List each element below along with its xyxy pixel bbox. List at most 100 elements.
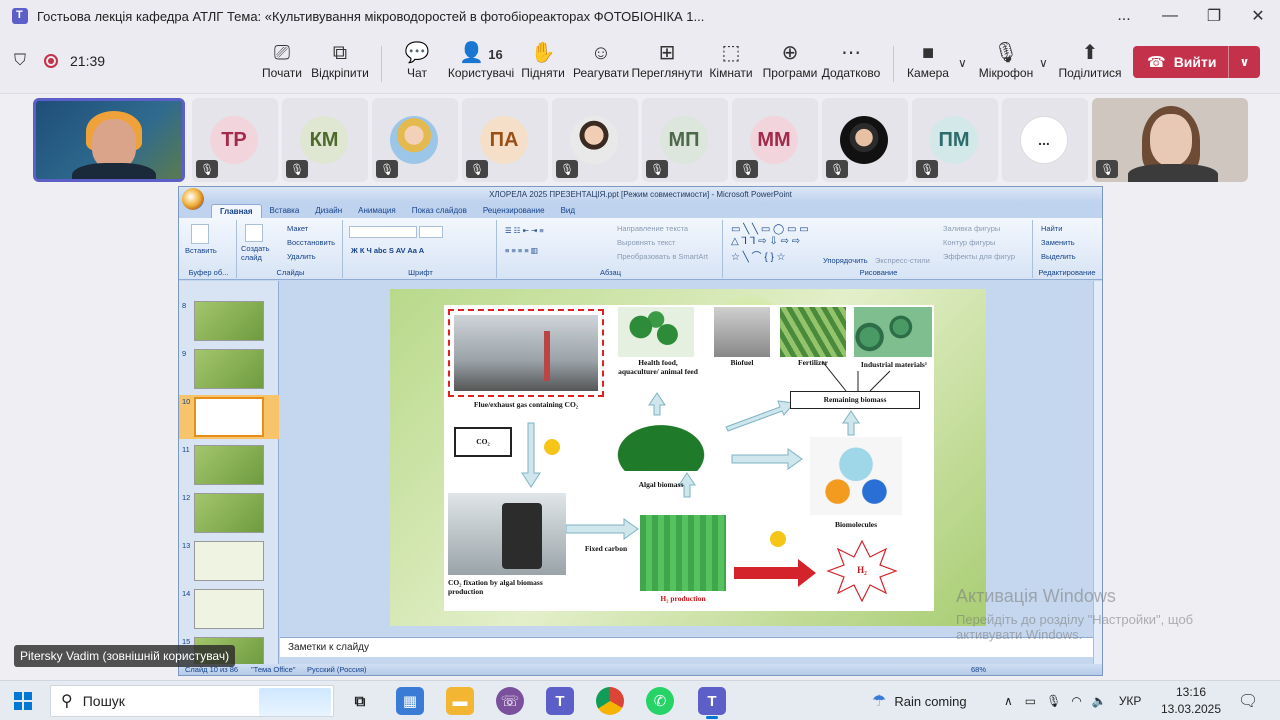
participant-tile-camera[interactable]: 🎙: [1092, 98, 1248, 182]
meeting-timer: 21:39: [70, 53, 106, 69]
rain-icon: ☂: [872, 693, 887, 710]
start-button[interactable]: ⎚ Почати: [262, 40, 302, 90]
close-button[interactable]: ✕: [1236, 0, 1280, 32]
more-participants-avatar: ...: [1020, 116, 1068, 164]
slide-thumbnail[interactable]: 12: [179, 491, 279, 535]
search-icon: ⚲: [61, 693, 73, 710]
raise-hand-button[interactable]: ✋ Підняти: [521, 40, 565, 90]
hang-up-icon: ☎: [1147, 54, 1166, 71]
office-button-icon: [182, 188, 204, 210]
mic-muted-icon: 🎙: [466, 160, 488, 178]
mic-muted-icon: 🎙: [646, 160, 668, 178]
people-icon: 👤 16: [459, 42, 503, 64]
slide-thumbnail[interactable]: 11: [179, 443, 279, 487]
participant-tile[interactable]: 🎙: [372, 98, 458, 182]
mic-muted-icon: 🎙: [993, 42, 1019, 64]
share-button[interactable]: ⬆ Поділитися: [1058, 40, 1121, 90]
notifications-icon[interactable]: 🗨: [1238, 681, 1258, 720]
popout-icon: ⧉: [332, 42, 348, 64]
slide-thumbnail[interactable]: 9: [179, 347, 279, 391]
shared-screen: ХЛОРЕЛА 2025 ПРЕЗЕНТАЦІЯ.ppt [Режим совм…: [0, 186, 1280, 680]
view-button[interactable]: ⊞ Переглянути: [631, 40, 702, 90]
ribbon-group-paragraph: ☰ ☷ ⇤ ⇥ ≡ ≡ ≡ ≡ ≡ ▥ Направление текста В…: [499, 220, 723, 278]
mic-options-chevron-icon[interactable]: ∨: [1039, 56, 1048, 70]
mic-muted-icon: 🎙: [376, 160, 398, 178]
slide-thumbnail[interactable]: 13: [179, 539, 279, 583]
react-button[interactable]: ☺ Реагувати: [573, 40, 629, 90]
people-button[interactable]: 👤 16 Користувачі: [448, 40, 514, 90]
leave-button[interactable]: ☎ Вийти ∨: [1133, 46, 1260, 78]
weather-widget[interactable]: ☂ Rain coming: [872, 681, 967, 720]
rooms-button[interactable]: ⬚ Кімнати: [709, 40, 753, 90]
participant-tile[interactable]: КМ 🎙: [282, 98, 368, 182]
current-slide[interactable]: Flue/exhaust gas containing CO₂ Health f…: [390, 289, 986, 626]
participant-tile[interactable]: ПА 🎙: [462, 98, 548, 182]
algae-process-diagram: Flue/exhaust gas containing CO₂ Health f…: [444, 305, 934, 611]
teams-active-icon[interactable]: T: [698, 687, 726, 719]
more-options-button[interactable]: ...: [1102, 0, 1146, 32]
participant-tile-speaker[interactable]: [33, 98, 185, 182]
ppt-tab-design: Дизайн: [315, 206, 343, 215]
remaining-biomass-label: Remaining biomass: [823, 395, 887, 404]
participant-tile[interactable]: МП 🎙: [642, 98, 728, 182]
minimize-button[interactable]: —: [1148, 0, 1192, 32]
fixed-carbon-label: Fixed carbon: [584, 544, 628, 553]
participant-tile[interactable]: ТР 🎙: [192, 98, 278, 182]
participant-tile[interactable]: ММ 🎙: [732, 98, 818, 182]
algal-biomass-label: Algal biomass: [638, 480, 684, 489]
chrome-icon[interactable]: [596, 687, 624, 715]
file-explorer-icon[interactable]: ▬: [446, 687, 474, 715]
windows-taskbar: ⚲ Пошук ⧉ ▦ ▬ ☏ T ✆ T ☂ Rain coming ∧ ▭ …: [0, 680, 1280, 720]
ribbon-group-slides: Создать слайд Макет Восстановить Удалить…: [239, 220, 343, 278]
ppt-ribbon: Вставить Буфер об... Создать слайд Макет…: [179, 218, 1102, 280]
participant-tile[interactable]: 🎙: [822, 98, 908, 182]
viber-icon[interactable]: ☏: [496, 687, 524, 715]
search-highlight-image: [259, 688, 331, 716]
slide-thumbnail[interactable]: 8: [179, 299, 279, 343]
slide-thumbnails-pane: 8 9 10 11 12 13 14 15: [179, 281, 279, 666]
task-view-icon[interactable]: ⧉: [346, 687, 374, 715]
toolbar-divider: [381, 46, 382, 82]
slide-thumbnail[interactable]: 14: [179, 587, 279, 631]
rooms-icon: ⬚: [721, 42, 741, 64]
taskbar-clock[interactable]: 13:16 13.03.2025: [1160, 684, 1222, 718]
window-title: Гостьова лекція кафедра АТЛГ Тема: «Куль…: [37, 8, 705, 24]
taskbar-search[interactable]: ⚲ Пошук: [50, 685, 334, 717]
ppt-tab-animation: Анимация: [358, 206, 396, 215]
avatar: МП: [660, 116, 708, 164]
paste-icon: [191, 224, 209, 244]
tray-icons: ∧ ▭ 🎙 ◠ 🔈 УКР: [1004, 681, 1141, 720]
language-indicator[interactable]: УКР: [1119, 694, 1142, 708]
teams-icon[interactable]: T: [546, 687, 574, 715]
whatsapp-icon[interactable]: ✆: [646, 687, 674, 715]
photobioreactor-photo: [448, 493, 566, 575]
calculator-icon[interactable]: ▦: [396, 687, 424, 715]
ppt-tab-view: Вид: [560, 206, 576, 215]
camera-options-chevron-icon[interactable]: ∨: [958, 56, 967, 70]
participant-tile[interactable]: 🎙: [552, 98, 638, 182]
ppt-tabs: Главная Вставка Дизайн Анимация Показ сл…: [179, 202, 1102, 218]
apps-button[interactable]: ⊕ Програми: [763, 40, 818, 90]
chat-button[interactable]: 💬 Чат: [400, 40, 434, 90]
participant-tile[interactable]: ПМ 🎙: [912, 98, 998, 182]
camera-button[interactable]: ■ Камера: [907, 40, 949, 90]
chevron-up-icon[interactable]: ∧: [1004, 694, 1013, 708]
ppt-title: ХЛОРЕЛА 2025 ПРЕЗЕНТАЦІЯ.ppt [Режим совм…: [179, 187, 1102, 202]
start-button[interactable]: [14, 692, 32, 710]
mic-muted-icon: 🎙: [286, 160, 308, 178]
camera-icon: ■: [921, 42, 935, 64]
microphone-icon[interactable]: 🎙: [1046, 694, 1061, 708]
battery-icon[interactable]: ▭: [1025, 694, 1036, 708]
mic-button[interactable]: 🎙 Мікрофон: [979, 40, 1033, 90]
slide-thumbnail-selected[interactable]: 10: [179, 395, 279, 439]
leave-options-chevron-icon[interactable]: ∨: [1228, 46, 1260, 78]
volume-icon[interactable]: 🔈: [1092, 694, 1107, 708]
avatar: КМ: [300, 116, 348, 164]
avatar: ТР: [210, 116, 258, 164]
wifi-icon[interactable]: ◠: [1071, 694, 1081, 708]
more-participants-tile[interactable]: ...: [1002, 98, 1088, 182]
more-button[interactable]: ⋯ Додатково: [822, 40, 881, 90]
maximize-button[interactable]: ❐: [1192, 0, 1236, 32]
shield-icon[interactable]: ⛉: [14, 52, 32, 70]
unpin-button[interactable]: ⧉ Відкріпити: [311, 40, 369, 90]
